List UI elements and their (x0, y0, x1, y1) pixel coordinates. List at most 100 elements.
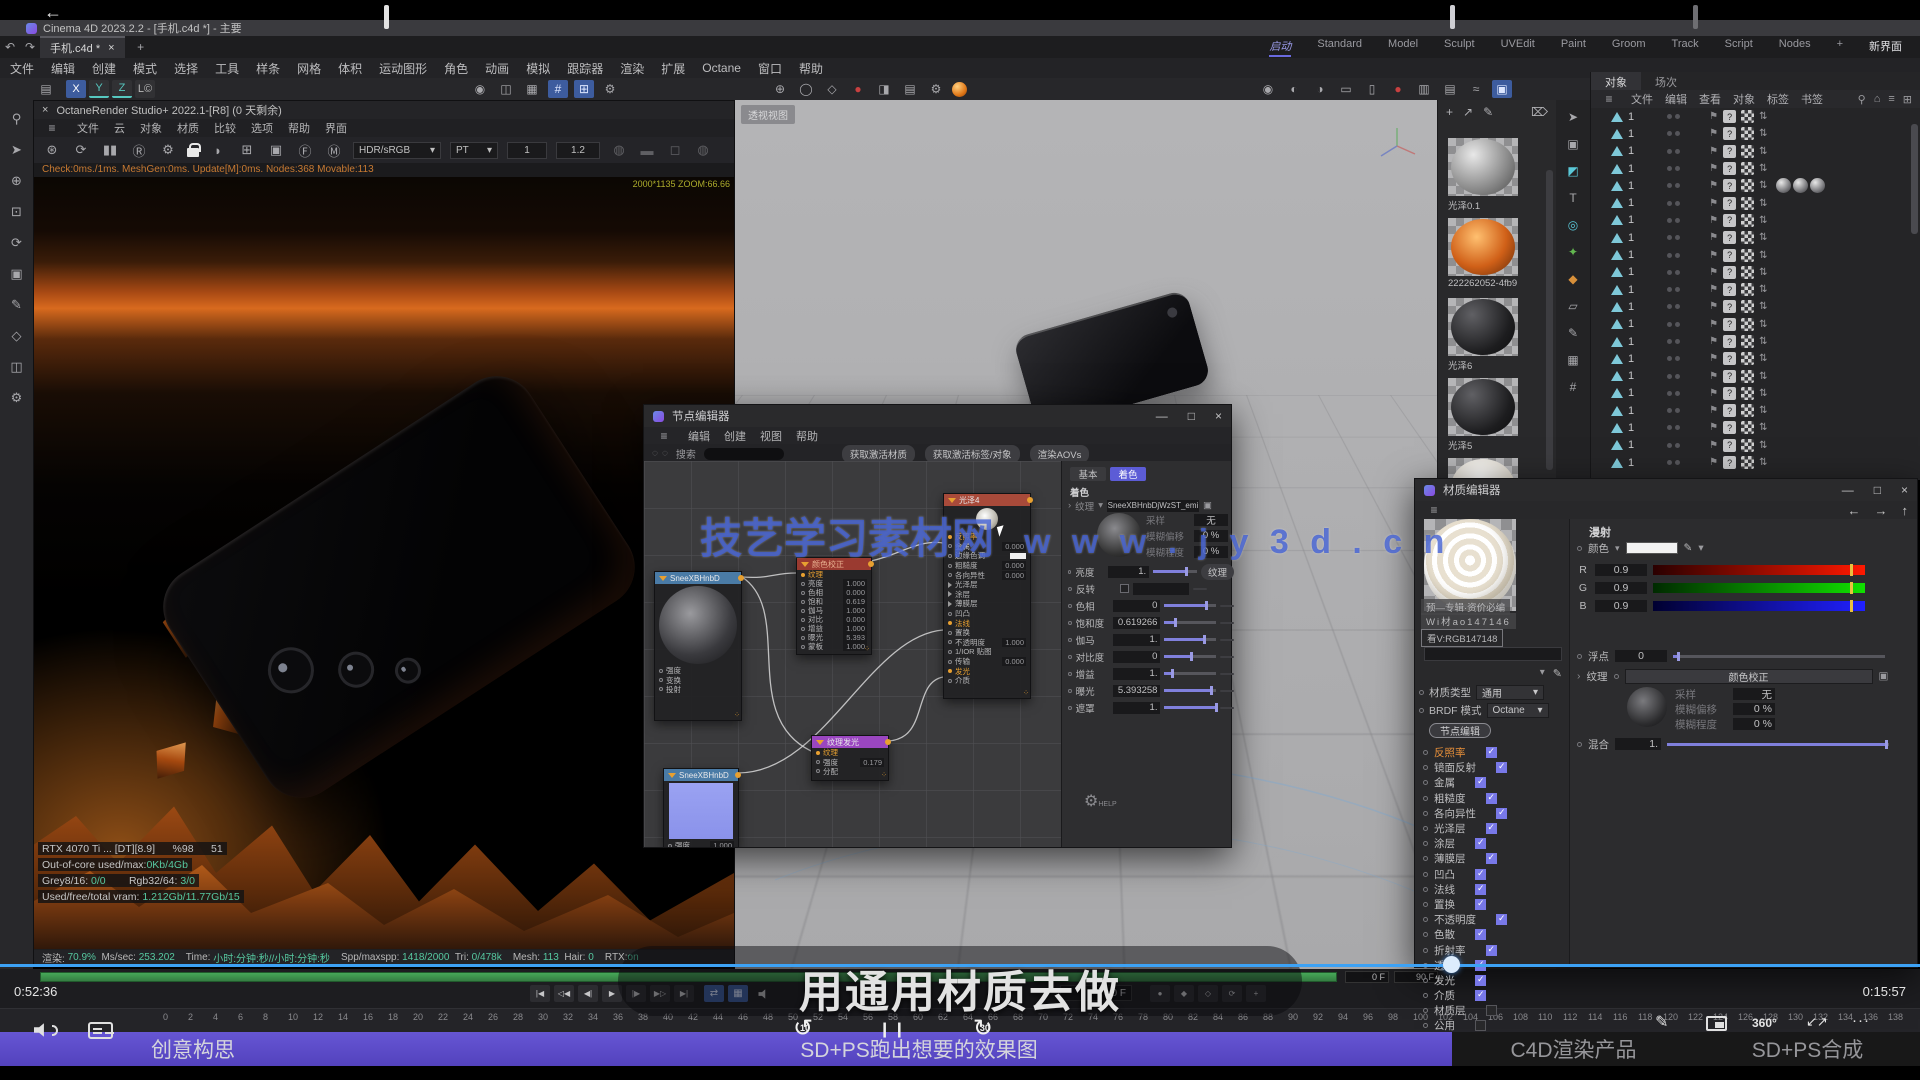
node-resize-grip[interactable]: ⁘ (1023, 689, 1029, 697)
menu-item[interactable]: 选项 (251, 120, 273, 136)
material-channel-row[interactable]: 薄膜层 (1415, 851, 1569, 866)
tool-icon[interactable]: ⚲ (7, 110, 27, 128)
flag-tag-icon[interactable]: ⚑ (1709, 267, 1718, 278)
channel-checkbox[interactable] (1486, 823, 1497, 834)
axis-lock-button[interactable]: Y (89, 80, 109, 98)
workspace-tab[interactable]: UVEdit (1501, 38, 1535, 57)
object-tags[interactable]: ⚑ ? ⇅ (1709, 197, 1767, 210)
menu-item[interactable]: Octane (702, 61, 741, 75)
material-channel-row[interactable]: 不透明度 (1415, 912, 1569, 927)
float-field[interactable]: 0 (1615, 650, 1667, 662)
menu-item[interactable]: 编辑 (51, 60, 75, 77)
question-tag-icon[interactable]: ? (1723, 456, 1736, 469)
flag-tag-icon[interactable]: ⚑ (1709, 128, 1718, 139)
panel-icon[interactable]: ⚲ (1858, 93, 1866, 106)
toolbar-icon[interactable]: ▦ (522, 80, 542, 98)
shader-param-row[interactable]: 增益 1. (1068, 667, 1234, 680)
lock-resolution-icon[interactable] (187, 148, 199, 157)
vr-360-button[interactable]: 360° (1752, 1016, 1777, 1030)
material-item[interactable]: 光泽0.1 (1448, 138, 1518, 212)
visibility-dots[interactable] (1667, 149, 1680, 154)
question-tag-icon[interactable]: ? (1723, 335, 1736, 348)
texture-tag-icon[interactable] (1741, 231, 1754, 244)
octane-tool-icon[interactable]: ◗ (208, 141, 228, 159)
panel-icon[interactable]: ⌂ (1874, 93, 1881, 106)
undo-icon[interactable]: ↶ (0, 38, 20, 56)
panel-icon[interactable]: ≡ (1888, 93, 1894, 106)
flag-tag-icon[interactable]: ⚑ (1709, 111, 1718, 122)
mix-slider[interactable] (1667, 743, 1889, 746)
material-item[interactable]: 光泽5 (1448, 378, 1518, 452)
menu-item[interactable]: 界面 (325, 120, 347, 136)
toolbar-icon[interactable]: ◫ (496, 80, 516, 98)
object-tags[interactable]: ⚑ ? ⇅ (1709, 300, 1767, 313)
minimize-icon[interactable]: — (1156, 409, 1168, 423)
menu-item[interactable]: 渲染 (620, 60, 644, 77)
sync-tag-icon[interactable]: ⇅ (1759, 319, 1767, 330)
sync-tag-icon[interactable]: ⇅ (1759, 388, 1767, 399)
sync-tag-icon[interactable]: ⇅ (1759, 111, 1767, 122)
menu-item[interactable]: 文件 (10, 60, 34, 77)
material-channel-row[interactable]: 置换 (1415, 897, 1569, 912)
sync-tag-icon[interactable]: ⇅ (1759, 146, 1767, 157)
pip-button[interactable] (1706, 1016, 1727, 1031)
workspace-tab[interactable]: Sculpt (1444, 38, 1475, 57)
toolbar-icon[interactable]: ⊕ (770, 80, 790, 98)
rewind-10-button[interactable]: ↺10 (793, 1014, 813, 1043)
material-channel-row[interactable]: 光泽层 (1415, 821, 1569, 836)
question-tag-icon[interactable]: ? (1723, 370, 1736, 383)
axis-lock-button[interactable]: Z (112, 80, 132, 98)
toolbar-icon[interactable]: ▤ (1440, 80, 1460, 98)
menu-item[interactable]: 文件 (1631, 91, 1653, 107)
node-param-row[interactable]: 介质 (944, 676, 1030, 686)
close-icon[interactable]: × (1901, 483, 1908, 497)
material-channel-row[interactable]: 金属 (1415, 775, 1569, 790)
octane-tool-icon[interactable]: ▮▮ (100, 141, 120, 159)
toolbar-icon[interactable]: ◉ (470, 80, 490, 98)
object-row[interactable]: 1 ⚑ ? ⇅ (1591, 143, 1920, 160)
hamburger-icon[interactable]: ≡ (654, 427, 674, 445)
texture-tag-icon[interactable] (1741, 266, 1754, 279)
toolbar-icon[interactable]: ⚙ (926, 80, 946, 98)
material-tool-icon[interactable]: + (1446, 105, 1453, 119)
texture-button[interactable] (1220, 639, 1234, 641)
float-slider[interactable] (1673, 655, 1885, 658)
menu-item[interactable]: 帮助 (288, 120, 310, 136)
shader-param-row[interactable]: 色相 0 (1068, 599, 1234, 612)
tool-icon[interactable]: ⊕ (7, 172, 27, 190)
visibility-dots[interactable] (1667, 270, 1680, 275)
material-channel-row[interactable]: 各向异性 (1415, 806, 1569, 821)
texture-tag-icon[interactable] (1741, 421, 1754, 434)
workspace-tab[interactable]: Groom (1612, 38, 1646, 57)
shader-param-row[interactable]: 遮罩 1. (1068, 701, 1234, 714)
workspace-tab[interactable]: Model (1388, 38, 1418, 57)
menu-item[interactable]: 编辑 (688, 428, 710, 444)
object-tags[interactable]: ⚑ ? ⇅ (1709, 178, 1825, 193)
menu-item[interactable]: 选择 (174, 60, 198, 77)
object-tags[interactable]: ⚑ ? ⇅ (1709, 283, 1767, 296)
nav-arrow-icon[interactable]: → (1875, 503, 1888, 518)
tool-icon[interactable]: ➤ (7, 141, 27, 159)
texture-tag-icon[interactable] (1741, 249, 1754, 262)
edit-note-button[interactable]: ✎ (1655, 1012, 1668, 1032)
visibility-dots[interactable] (1667, 114, 1680, 119)
tab-close-icon[interactable]: × (108, 42, 114, 54)
flag-tag-icon[interactable]: ⚑ (1709, 457, 1718, 468)
question-tag-icon[interactable]: ? (1723, 127, 1736, 140)
channel-checkbox[interactable] (1475, 1020, 1486, 1031)
workspace-tab[interactable]: Script (1725, 38, 1753, 57)
object-manager-tab[interactable]: 场次 (1641, 72, 1691, 90)
material-editor-titlebar[interactable]: 材质编辑器 — □ × (1415, 479, 1917, 501)
material-channel-row[interactable]: 凹凸 (1415, 867, 1569, 882)
channel-checkbox[interactable] (1496, 762, 1507, 773)
brdf-mode-select[interactable]: Octane▾ (1487, 703, 1549, 718)
object-tags[interactable]: ⚑ ? ⇅ (1709, 352, 1767, 365)
object-tags[interactable]: ⚑ ? ⇅ (1709, 387, 1767, 400)
octane-tool-icon[interactable]: ◻ (665, 141, 685, 159)
octane-tool-icon[interactable]: ⊛ (42, 141, 62, 159)
flag-tag-icon[interactable]: ⚑ (1709, 353, 1718, 364)
flag-tag-icon[interactable]: ⚑ (1709, 284, 1718, 295)
object-row[interactable]: 1 ⚑ ? ⇅ (1591, 385, 1920, 402)
color-correction-button[interactable]: 颜色校正 (1625, 669, 1873, 684)
object-row[interactable]: 1 ⚑ ? ⇅ (1591, 108, 1920, 125)
